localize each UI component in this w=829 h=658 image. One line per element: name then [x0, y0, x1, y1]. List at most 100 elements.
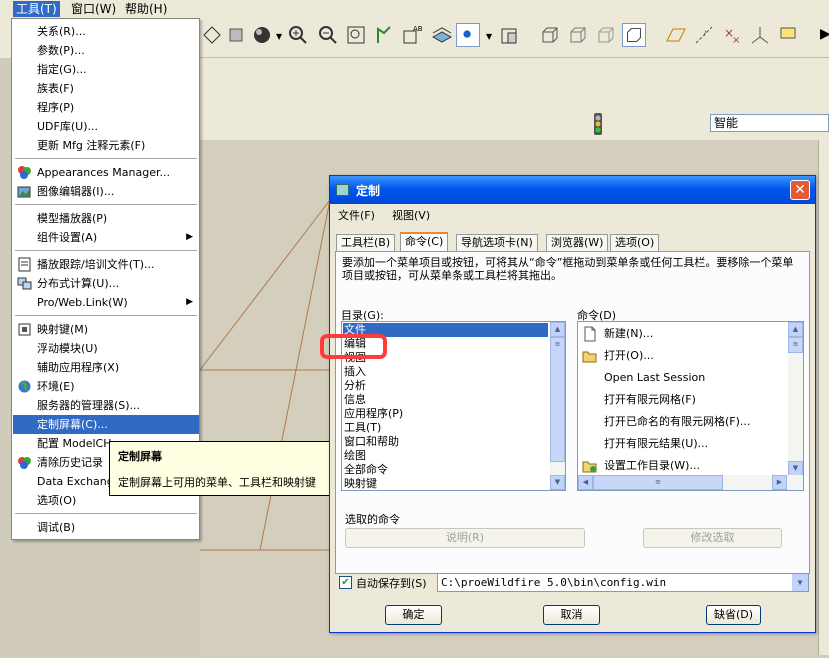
dialog-titlebar[interactable]: 定制 ✕: [330, 176, 815, 204]
view-manager-button[interactable]: [456, 23, 480, 47]
dropdown-arrow-icon[interactable]: ▼: [486, 32, 492, 41]
menu-tools[interactable]: 工具(T): [13, 1, 60, 17]
shading-button[interactable]: [622, 23, 646, 47]
menu-item-pro-web-link[interactable]: Pro/Web.Link(W) ▶: [13, 293, 199, 312]
saved-views-icon[interactable]: AB: [400, 23, 424, 47]
modify-selection-button[interactable]: 修改选取: [643, 528, 782, 548]
hidden-line-icon[interactable]: [566, 23, 590, 47]
menu-item-update-mfg[interactable]: 更新 Mfg 注释元素(F): [13, 136, 199, 155]
ok-button[interactable]: 确定: [385, 605, 442, 625]
scroll-down-icon[interactable]: ▼: [788, 461, 803, 476]
pointer-icon[interactable]: ▶: [820, 26, 829, 42]
zoom-in-icon[interactable]: [286, 23, 310, 47]
tab-navigator[interactable]: 导航选项卡(N): [456, 234, 538, 252]
spin-center-icon[interactable]: [224, 23, 248, 47]
dialog-menu-view[interactable]: 视图(V): [392, 207, 430, 223]
smart-filter-select[interactable]: 智能: [710, 114, 829, 132]
cancel-button[interactable]: 取消: [543, 605, 600, 625]
autosave-path-combo[interactable]: C:\proeWildfire 5.0\bin\config.win ▼: [437, 573, 809, 592]
category-item[interactable]: 信息: [343, 393, 548, 407]
datum-planes-icon[interactable]: [664, 23, 688, 47]
tooltip-title: 定制屏幕: [118, 450, 162, 463]
scroll-thumb[interactable]: ≡: [550, 337, 565, 462]
menu-item-floating-modules[interactable]: 浮动模块(U): [13, 339, 199, 358]
commands-listbox[interactable]: 新建(N)... 打开(O)... Open Last Session 打开有限…: [577, 321, 804, 491]
command-item-open-fem-mesh[interactable]: 打开有限元网格(F): [580, 389, 780, 411]
category-item[interactable]: 映射键: [343, 477, 548, 490]
description-button[interactable]: 说明(R): [345, 528, 585, 548]
highlight-annotation: [320, 334, 387, 359]
scroll-thumb[interactable]: ≡: [788, 337, 803, 353]
menu-item-udf-library[interactable]: UDF库(U)...: [13, 117, 199, 136]
commands-vscrollbar[interactable]: ▲ ≡ ▼: [788, 322, 803, 476]
menu-item-server-manager[interactable]: 服务器的管理器(S)...: [13, 396, 199, 415]
category-item[interactable]: 分析: [343, 379, 548, 393]
command-item-new[interactable]: 新建(N)...: [580, 323, 780, 345]
no-hidden-icon[interactable]: [594, 23, 618, 47]
wireframe-icon[interactable]: [538, 23, 562, 47]
menu-item-environment[interactable]: 环境(E): [13, 377, 199, 396]
coordinate-systems-icon[interactable]: [748, 23, 772, 47]
repaint-icon[interactable]: [200, 23, 224, 47]
scroll-thumb[interactable]: ≡: [593, 475, 723, 490]
menu-item-auxiliary-apps[interactable]: 辅助应用程序(X): [13, 358, 199, 377]
menu-item-mapkeys[interactable]: 映射键(M): [13, 320, 199, 339]
menu-item-customize-screen[interactable]: 定制屏幕(C)...: [13, 415, 199, 434]
category-item[interactable]: 窗口和帮助: [343, 435, 548, 449]
category-item[interactable]: 工具(T): [343, 421, 548, 435]
command-item-open-last-session[interactable]: Open Last Session: [580, 367, 780, 389]
menu-window[interactable]: 窗口(W): [68, 1, 119, 17]
menu-item-parameters[interactable]: 参数(P)...: [13, 41, 199, 60]
scroll-left-icon[interactable]: ◀: [578, 475, 593, 490]
scroll-down-icon[interactable]: ▼: [550, 475, 565, 490]
refit-icon[interactable]: [344, 23, 368, 47]
display-style-icon[interactable]: [498, 23, 522, 47]
category-item[interactable]: 插入: [343, 365, 548, 379]
reorient-icon[interactable]: [372, 23, 396, 47]
menu-item-model-player[interactable]: 模型播放器(P): [13, 209, 199, 228]
command-item-open[interactable]: 打开(O)...: [580, 345, 780, 367]
datum-points-icon[interactable]: ××: [720, 23, 744, 47]
scroll-up-icon[interactable]: ▲: [788, 322, 803, 337]
tab-options[interactable]: 选项(O): [610, 234, 660, 252]
command-item-open-named-fem-mesh[interactable]: 打开已命名的有限元网格(F)...: [580, 411, 780, 433]
tab-browser[interactable]: 浏览器(W): [546, 234, 609, 252]
category-item[interactable]: 全部命令: [343, 463, 548, 477]
menu-item-relations[interactable]: 关系(R)...: [13, 22, 199, 41]
command-item-open-fem-results[interactable]: 打开有限元结果(U)...: [580, 433, 780, 455]
shading-sphere-icon[interactable]: [250, 23, 274, 47]
category-item[interactable]: 绘图: [343, 449, 548, 463]
command-item-set-working-dir[interactable]: 设置工作目录(W)...: [580, 455, 780, 477]
autosave-checkbox[interactable]: ✔: [339, 576, 352, 589]
annotations-icon[interactable]: [776, 23, 800, 47]
tab-commands[interactable]: 命令(C): [400, 232, 449, 253]
menu-help[interactable]: 帮助(H): [122, 1, 170, 17]
commands-hscrollbar[interactable]: ◀ ≡ ▶: [578, 475, 803, 490]
default-button[interactable]: 缺省(D): [706, 605, 761, 625]
zoom-out-icon[interactable]: [316, 23, 340, 47]
layers-icon[interactable]: [430, 23, 454, 47]
category-scrollbar[interactable]: ▲ ≡ ▼: [550, 322, 565, 490]
menu-separator: [15, 204, 197, 205]
menu-item-debug[interactable]: 调试(B): [13, 518, 199, 537]
close-icon[interactable]: ✕: [790, 180, 810, 200]
scroll-up-icon[interactable]: ▲: [550, 322, 565, 337]
view-manager-icon: [463, 30, 471, 38]
dialog-menu-file[interactable]: 文件(F): [338, 207, 375, 223]
scroll-right-icon[interactable]: ▶: [772, 475, 787, 490]
customize-dialog: 定制 ✕ 文件(F) 视图(V) 工具栏(B) 命令(C) 导航选项卡(N) 浏…: [329, 175, 816, 633]
menu-item-distributed-computing[interactable]: 分布式计算(U)...: [13, 274, 199, 293]
category-item[interactable]: 应用程序(P): [343, 407, 548, 421]
menu-item-image-editor[interactable]: 图像编辑器(I)...: [13, 182, 199, 201]
menu-item-appearances-manager[interactable]: Appearances Manager...: [13, 163, 199, 182]
dropdown-arrow-icon[interactable]: ▼: [276, 32, 282, 41]
menu-item-program[interactable]: 程序(P): [13, 98, 199, 117]
menu-item-assign[interactable]: 指定(G)...: [13, 60, 199, 79]
menu-item-assembly-settings[interactable]: 组件设置(A) ▶: [13, 228, 199, 247]
menu-item-family-table[interactable]: 族表(F): [13, 79, 199, 98]
tab-toolbars[interactable]: 工具栏(B): [336, 234, 396, 252]
menu-item-playback-trail[interactable]: 播放跟踪/培训文件(T)...: [13, 255, 199, 274]
chevron-down-icon[interactable]: ▼: [792, 574, 808, 591]
datum-axes-icon[interactable]: /: [692, 23, 716, 47]
selected-command-label: 选取的命令: [345, 513, 400, 526]
